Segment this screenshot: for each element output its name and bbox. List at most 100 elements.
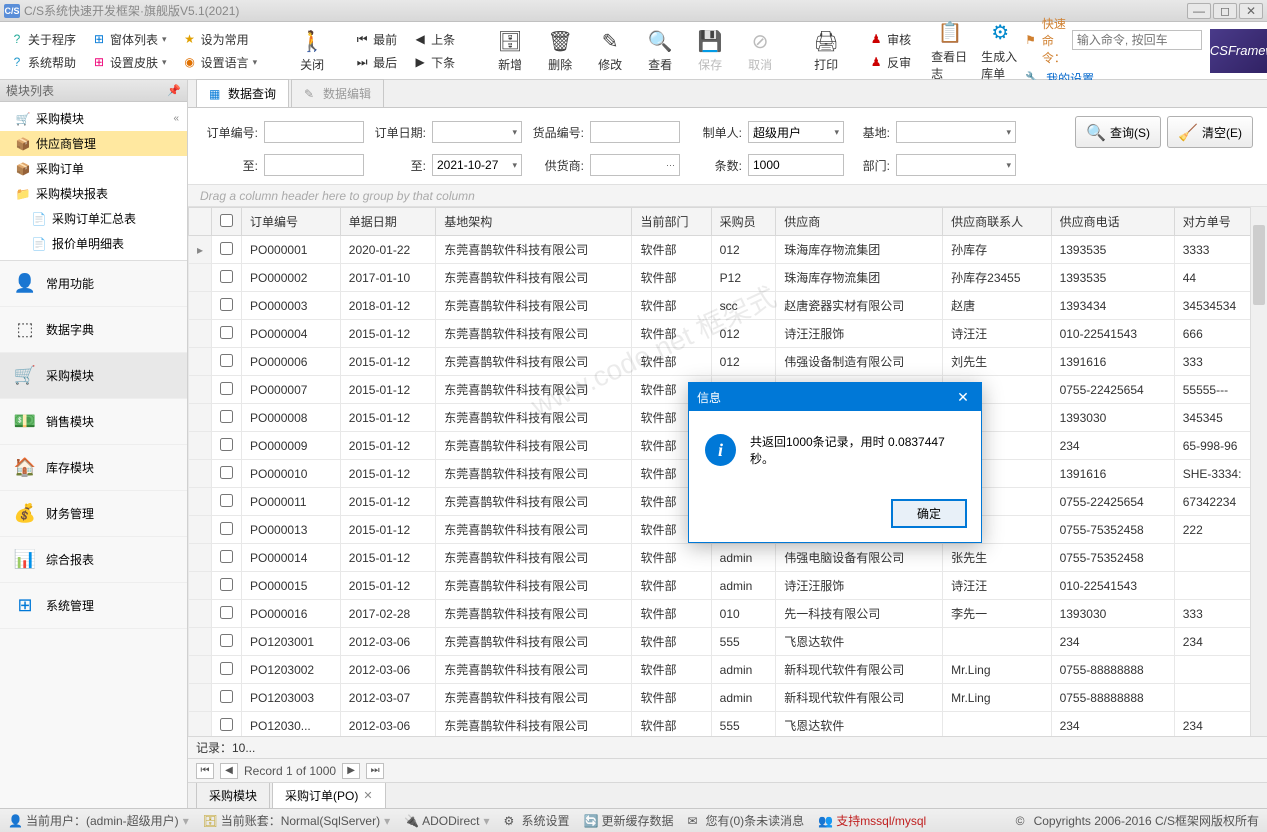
dialog-ok-button[interactable]: 确定 xyxy=(891,499,967,528)
row-checkbox[interactable] xyxy=(220,494,233,507)
vertical-scrollbar[interactable] xyxy=(1250,207,1267,736)
row-checkbox[interactable] xyxy=(220,718,233,731)
input-orderno-to[interactable] xyxy=(264,154,364,176)
input-prodno[interactable] xyxy=(590,121,680,143)
nav-stock[interactable]: 🏠库存模块 xyxy=(0,445,187,491)
col-header[interactable]: 供应商 xyxy=(776,208,943,236)
last-button[interactable]: ⏭最后 xyxy=(353,53,399,72)
row-checkbox[interactable] xyxy=(220,606,233,619)
status-messages[interactable]: ✉您有(0)条未读消息 xyxy=(688,812,805,829)
row-checkbox[interactable] xyxy=(220,662,233,675)
table-row[interactable]: PO12030022012-03-06东莞喜鹊软件科技有限公司软件部admin新… xyxy=(189,656,1267,684)
row-checkbox[interactable] xyxy=(220,634,233,647)
row-checkbox[interactable] xyxy=(220,326,233,339)
maximize-button[interactable]: ◻ xyxy=(1213,3,1237,19)
print-button[interactable]: 🖨打印 xyxy=(807,28,845,73)
tab-data-edit[interactable]: ✎数据编辑 xyxy=(291,79,384,107)
input-orderdate-to[interactable]: 2021-10-27▾ xyxy=(432,154,522,176)
tree-po-summary[interactable]: 📄采购订单汇总表 xyxy=(0,206,187,231)
status-syscfg[interactable]: ⚙系统设置 xyxy=(503,812,569,829)
select-all-checkbox[interactable] xyxy=(220,214,233,227)
table-row[interactable]: PO12030...2012-03-06东莞喜鹊软件科技有限公司软件部555飞恩… xyxy=(189,712,1267,737)
tab-data-query[interactable]: ▦数据查询 xyxy=(196,79,289,107)
table-row[interactable]: PO0000062015-01-12东莞喜鹊软件科技有限公司软件部012伟强设备… xyxy=(189,348,1267,376)
help-button[interactable]: ?系统帮助 xyxy=(8,53,78,72)
row-checkbox[interactable] xyxy=(220,466,233,479)
pager-next[interactable]: ▶ xyxy=(342,763,360,779)
table-row[interactable]: PO0000022017-01-10东莞喜鹊软件科技有限公司软件部P12珠海库存… xyxy=(189,264,1267,292)
input-count[interactable] xyxy=(748,154,844,176)
unapprove-button[interactable]: ♟反审 xyxy=(867,53,913,72)
nav-datadict[interactable]: ⬚数据字典 xyxy=(0,307,187,353)
nav-sales[interactable]: 💵销售模块 xyxy=(0,399,187,445)
close-icon[interactable]: ✕ xyxy=(363,789,372,802)
tree-purchase-order[interactable]: 📦采购订单 xyxy=(0,156,187,181)
col-header[interactable]: 供应商联系人 xyxy=(943,208,1051,236)
table-row[interactable]: PO0000142015-01-12东莞喜鹊软件科技有限公司软件部admin伟强… xyxy=(189,544,1267,572)
tab-purchase-module[interactable]: 采购模块 xyxy=(196,783,270,809)
row-checkbox[interactable] xyxy=(220,690,233,703)
table-row[interactable]: PO12030012012-03-06东莞喜鹊软件科技有限公司软件部555飞恩达… xyxy=(189,628,1267,656)
close-button[interactable]: ✕ xyxy=(1239,3,1263,19)
clear-button[interactable]: 🧹清空(E) xyxy=(1167,116,1253,148)
add-button[interactable]: 🗄新增 xyxy=(491,28,529,73)
col-header[interactable]: 采购员 xyxy=(711,208,776,236)
view-button[interactable]: 🔍查看 xyxy=(641,28,679,73)
input-base[interactable]: ▾ xyxy=(896,121,1016,143)
prev-button[interactable]: ◀上条 xyxy=(411,30,457,49)
pager-first[interactable]: ⏮ xyxy=(196,763,214,779)
first-button[interactable]: ⏮最前 xyxy=(353,30,399,49)
row-checkbox[interactable] xyxy=(220,298,233,311)
pager-last[interactable]: ⏭ xyxy=(366,763,384,779)
input-orderno[interactable] xyxy=(264,121,364,143)
generate-in-button[interactable]: ⚙生成入库单 xyxy=(981,20,1019,82)
input-dept[interactable]: ▾ xyxy=(896,154,1016,176)
close-tab-button[interactable]: 🚶关闭 xyxy=(293,28,331,73)
delete-button[interactable]: 🗑删除 xyxy=(541,28,579,73)
tree-quote-detail[interactable]: 📄报价单明细表 xyxy=(0,231,187,256)
input-creator[interactable]: 超级用户▾ xyxy=(748,121,844,143)
nav-finance[interactable]: 💰财务管理 xyxy=(0,491,187,537)
row-checkbox[interactable] xyxy=(220,382,233,395)
row-checkbox[interactable] xyxy=(220,578,233,591)
tree-purchase-report[interactable]: 📁采购模块报表 xyxy=(0,181,187,206)
table-row[interactable]: PO0000032018-01-12东莞喜鹊软件科技有限公司软件部scc赵唐瓷器… xyxy=(189,292,1267,320)
row-checkbox[interactable] xyxy=(220,522,233,535)
col-header[interactable]: 基地架构 xyxy=(436,208,632,236)
save-button[interactable]: 💾保存 xyxy=(691,28,729,73)
set-default-button[interactable]: ★设为常用 xyxy=(181,30,260,49)
table-row[interactable]: PO0000152015-01-12东莞喜鹊软件科技有限公司软件部admin诗汪… xyxy=(189,572,1267,600)
row-checkbox[interactable] xyxy=(220,242,233,255)
col-header[interactable]: 单据日期 xyxy=(340,208,436,236)
col-header[interactable]: 供应商电话 xyxy=(1051,208,1174,236)
input-orderdate-from[interactable]: ▾ xyxy=(432,121,522,143)
cancel-button[interactable]: ⊘取消 xyxy=(741,28,779,73)
pager-prev[interactable]: ◀ xyxy=(220,763,238,779)
nav-report[interactable]: 📊综合报表 xyxy=(0,537,187,583)
row-checkbox[interactable] xyxy=(220,354,233,367)
about-button[interactable]: ?关于程序 xyxy=(8,30,78,49)
status-refresh[interactable]: 🔄更新缓存数据 xyxy=(584,812,674,829)
tree-purchase-module[interactable]: 🛒采购模块« xyxy=(0,106,187,131)
tree-supplier-mgmt[interactable]: 📦供应商管理 xyxy=(0,131,187,156)
approve-button[interactable]: ♟审核 xyxy=(867,30,913,49)
dialog-close-button[interactable]: ✕ xyxy=(953,389,973,406)
row-checkbox[interactable] xyxy=(220,438,233,451)
next-button[interactable]: ▶下条 xyxy=(411,53,457,72)
col-header[interactable]: 订单编号 xyxy=(242,208,341,236)
language-button[interactable]: ◉设置语言▾ xyxy=(181,53,260,72)
table-row[interactable]: PO0000042015-01-12东莞喜鹊软件科技有限公司软件部012诗汪汪服… xyxy=(189,320,1267,348)
tab-purchase-order[interactable]: 采购订单(PO)✕ xyxy=(272,783,386,809)
nav-system[interactable]: ⊞系统管理 xyxy=(0,583,187,629)
nav-common[interactable]: 👤常用功能 xyxy=(0,261,187,307)
edit-button[interactable]: ✎修改 xyxy=(591,28,629,73)
quick-cmd-input[interactable] xyxy=(1072,30,1202,50)
log-button[interactable]: 📋查看日志 xyxy=(931,20,969,82)
table-row[interactable]: ▸PO0000012020-01-22东莞喜鹊软件科技有限公司软件部012珠海库… xyxy=(189,236,1267,264)
row-checkbox[interactable] xyxy=(220,410,233,423)
table-row[interactable]: PO12030032012-03-07东莞喜鹊软件科技有限公司软件部admin新… xyxy=(189,684,1267,712)
nav-purchase[interactable]: 🛒采购模块 xyxy=(0,353,187,399)
skin-button[interactable]: ⊞设置皮肤▾ xyxy=(90,53,169,72)
col-header[interactable]: 当前部门 xyxy=(632,208,711,236)
row-checkbox[interactable] xyxy=(220,550,233,563)
